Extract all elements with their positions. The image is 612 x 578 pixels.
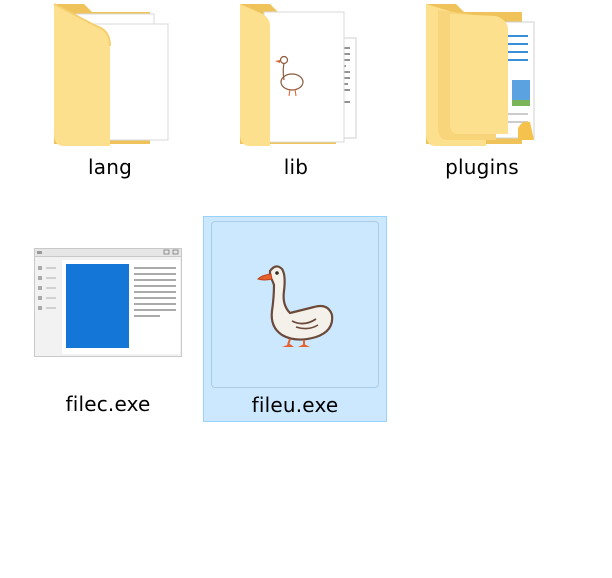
application-window-icon xyxy=(34,248,182,357)
folder-label: lang xyxy=(88,155,132,179)
file-label: fileu.exe xyxy=(251,393,339,417)
folder-item-lib[interactable]: lib xyxy=(216,0,376,190)
folder-label: lib xyxy=(283,155,309,179)
folder-label: plugins xyxy=(445,155,519,179)
folder-icon xyxy=(426,4,535,146)
folder-icon xyxy=(53,3,169,146)
folder-icon xyxy=(240,4,357,146)
goose-icon xyxy=(257,265,334,347)
file-item-filec[interactable]: filec.exe xyxy=(28,238,188,428)
file-label: filec.exe xyxy=(65,392,151,416)
folder-item-plugins[interactable]: plugins xyxy=(402,0,562,190)
folder-item-lang[interactable]: lang xyxy=(30,0,190,190)
file-item-fileu[interactable]: fileu.exe xyxy=(203,216,387,422)
